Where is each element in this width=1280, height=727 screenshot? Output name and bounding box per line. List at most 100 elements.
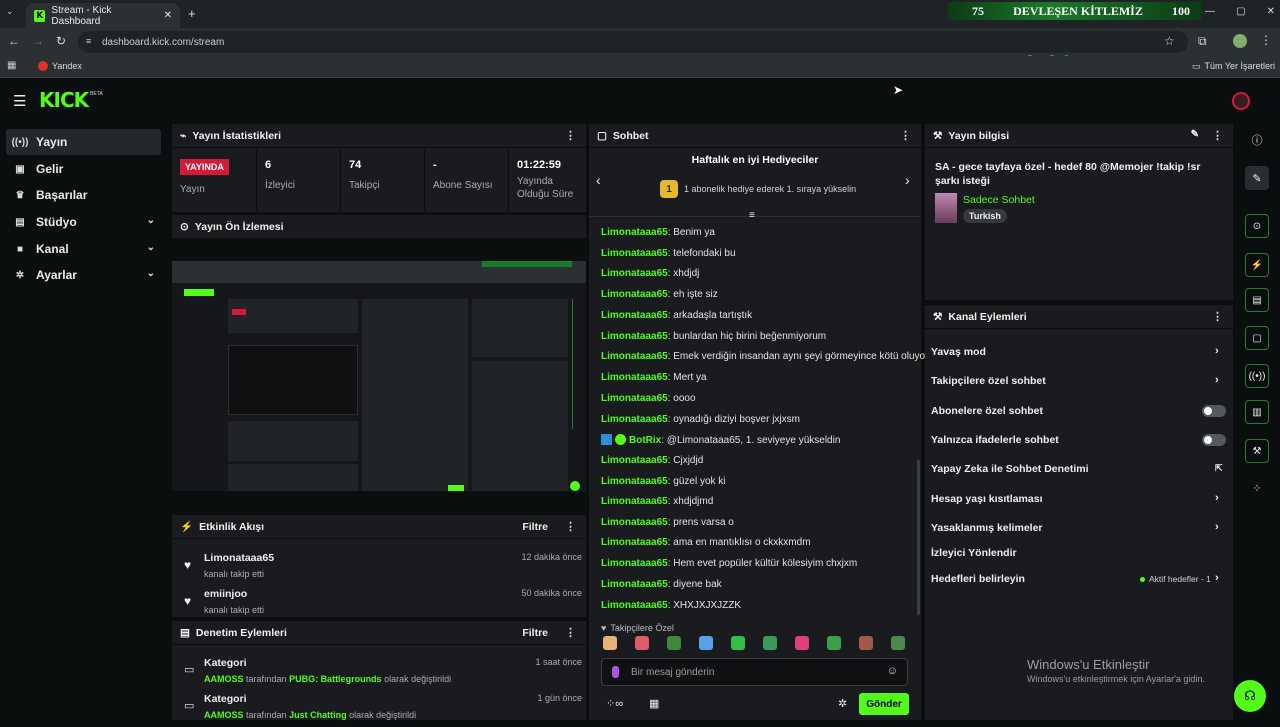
chevron-right-icon[interactable]: ›: [1215, 521, 1219, 533]
chevron-right-icon[interactable]: ›: [1215, 374, 1219, 386]
emote-icon[interactable]: [667, 636, 681, 650]
extensions-icon[interactable]: ⧉: [1198, 34, 1207, 49]
new-tab-icon[interactable]: +: [188, 6, 196, 21]
moderation-toggle-icon[interactable]: ▤: [1245, 288, 1269, 312]
chat-toggle-icon[interactable]: ▢: [1245, 326, 1269, 350]
site-info-icon[interactable]: ≡: [86, 36, 91, 46]
url-field[interactable]: ≡ dashboard.kick.com/stream: [78, 31, 1188, 53]
emote-icon[interactable]: [635, 636, 649, 650]
chat-username[interactable]: Limonataaa65: [601, 579, 668, 590]
more-options-icon[interactable]: ⋮: [1212, 129, 1223, 142]
hamburger-menu-icon[interactable]: ☰: [13, 92, 26, 110]
chat-username[interactable]: Limonataaa65: [601, 600, 668, 611]
emote-icon[interactable]: [859, 636, 873, 650]
back-icon[interactable]: ←: [8, 34, 20, 48]
slow-mode-item[interactable]: Yavaş mod: [931, 346, 986, 358]
stream-toggle-icon[interactable]: ((•)): [1245, 364, 1269, 388]
send-button[interactable]: Gönder: [859, 693, 909, 715]
category-link[interactable]: Sadece Sohbet: [963, 194, 1035, 206]
chat-username[interactable]: Limonataaa65: [601, 476, 668, 487]
sidebar-item-revenue[interactable]: ▣ Gelir: [6, 156, 161, 182]
close-window-icon[interactable]: ✕: [1267, 6, 1275, 17]
browser-tab[interactable]: K Stream - Kick Dashboard ✕: [26, 3, 180, 28]
all-bookmarks[interactable]: ▭ Tüm Yer İşaretleri: [1192, 61, 1275, 72]
forward-icon[interactable]: →: [32, 34, 44, 48]
sidebar-item-achievements[interactable]: ♛ Başarılar: [6, 182, 161, 208]
activity-toggle-icon[interactable]: ⚡: [1245, 253, 1269, 277]
yandex-bookmark[interactable]: Yandex: [38, 61, 82, 71]
chat-username[interactable]: Limonataaa65: [601, 331, 668, 342]
sidebar-item-channel[interactable]: ■ Kanal ⌄: [6, 236, 161, 262]
account-age-item[interactable]: Hesap yaşı kısıtlaması: [931, 493, 1043, 505]
chat-username[interactable]: BotRix: [629, 435, 661, 446]
next-arrow-icon[interactable]: ›: [905, 172, 910, 188]
bookmark-star-icon[interactable]: ☆: [1164, 34, 1175, 48]
activity-user[interactable]: emiinjoo: [204, 588, 247, 600]
chat-username[interactable]: Limonataaa65: [601, 558, 668, 569]
gift-icon[interactable]: ▦: [649, 697, 659, 710]
pinned-collapse-icon[interactable]: ≡: [749, 210, 755, 221]
more-options-icon[interactable]: ⋮: [565, 626, 576, 639]
activity-user[interactable]: Limonataaa65: [204, 552, 274, 564]
emote-icon[interactable]: [731, 636, 745, 650]
banned-words-item[interactable]: Yasaklanmış kelimeler: [931, 522, 1043, 534]
apps-grid-icon[interactable]: ▦: [7, 60, 16, 71]
points-icon[interactable]: ⁘∞: [606, 697, 623, 710]
chevron-right-icon[interactable]: ›: [1215, 492, 1219, 504]
filter-button[interactable]: Filtre: [522, 627, 548, 639]
emote-icon[interactable]: [763, 636, 777, 650]
chat-username[interactable]: Limonataaa65: [601, 268, 668, 279]
chat-username[interactable]: Limonataaa65: [601, 537, 668, 548]
preview-toggle-icon[interactable]: ⊙: [1245, 214, 1269, 238]
emote-icon[interactable]: [891, 636, 905, 650]
sidebar-item-stream[interactable]: ((•)) Yayın: [6, 129, 161, 155]
chat-username[interactable]: Limonataaa65: [601, 351, 668, 362]
viewer-redirect-item[interactable]: İzleyici Yönlendir: [931, 547, 1017, 559]
chat-username[interactable]: Limonataaa65: [601, 227, 668, 238]
chat-username[interactable]: Limonataaa65: [601, 289, 668, 300]
chat-scrollbar[interactable]: [917, 460, 920, 615]
chat-username[interactable]: Limonataaa65: [601, 248, 668, 259]
tools-toggle-icon[interactable]: ⚒: [1245, 439, 1269, 463]
external-link-icon[interactable]: ⇱: [1215, 463, 1223, 474]
subs-only-toggle[interactable]: [1202, 405, 1226, 417]
chat-username[interactable]: Limonataaa65: [601, 372, 668, 383]
minimize-icon[interactable]: —: [1205, 6, 1215, 17]
close-tab-icon[interactable]: ✕: [164, 10, 172, 21]
chat-username[interactable]: Limonataaa65: [601, 517, 668, 528]
more-widgets-icon[interactable]: ⁘: [1245, 476, 1269, 500]
edit-pencil-icon[interactable]: ✎: [1245, 166, 1269, 190]
user-avatar[interactable]: [1232, 92, 1250, 110]
support-chat-button[interactable]: ☊: [1234, 680, 1266, 712]
chevron-right-icon[interactable]: ›: [1215, 572, 1219, 584]
info-icon[interactable]: ⓘ: [1245, 128, 1269, 152]
ai-moderation-item[interactable]: Yapay Zeka ile Sohbet Denetimi: [931, 463, 1089, 475]
chat-username[interactable]: Limonataaa65: [601, 310, 668, 321]
tab-list-icon[interactable]: ⌄: [6, 6, 20, 20]
more-options-icon[interactable]: ⋮: [900, 129, 911, 142]
emote-icon[interactable]: [603, 636, 617, 650]
maximize-icon[interactable]: ▢: [1236, 6, 1245, 17]
sidebar-item-studio[interactable]: ▤ Stüdyo ⌄: [6, 209, 161, 235]
set-goals-item[interactable]: Hedefleri belirleyin: [931, 573, 1025, 585]
chat-username[interactable]: Limonataaa65: [601, 393, 668, 404]
chat-input[interactable]: Bir mesaj gönderin ☺: [601, 658, 908, 686]
chat-username[interactable]: Limonataaa65: [601, 455, 668, 466]
more-options-icon[interactable]: ⋮: [565, 520, 576, 533]
chat-username[interactable]: Limonataaa65: [601, 496, 668, 507]
emoji-icon[interactable]: ☺: [887, 665, 898, 677]
emotes-only-toggle[interactable]: [1202, 434, 1226, 446]
chevron-right-icon[interactable]: ›: [1215, 345, 1219, 357]
emote-icon[interactable]: [795, 636, 809, 650]
browser-menu-icon[interactable]: ⋮: [1260, 33, 1272, 47]
more-options-icon[interactable]: ⋮: [1212, 310, 1223, 323]
chat-settings-icon[interactable]: ✲: [838, 697, 847, 710]
chat-username[interactable]: Limonataaa65: [601, 414, 668, 425]
emote-icon[interactable]: [827, 636, 841, 650]
layout-toggle-icon[interactable]: ▥: [1245, 400, 1269, 424]
profile-avatar[interactable]: [1233, 34, 1247, 48]
filter-button[interactable]: Filtre: [522, 521, 548, 533]
window-controls[interactable]: — ▢ ✕: [1205, 6, 1275, 17]
more-options-icon[interactable]: ⋮: [565, 129, 576, 142]
prev-arrow-icon[interactable]: ‹: [596, 172, 601, 188]
